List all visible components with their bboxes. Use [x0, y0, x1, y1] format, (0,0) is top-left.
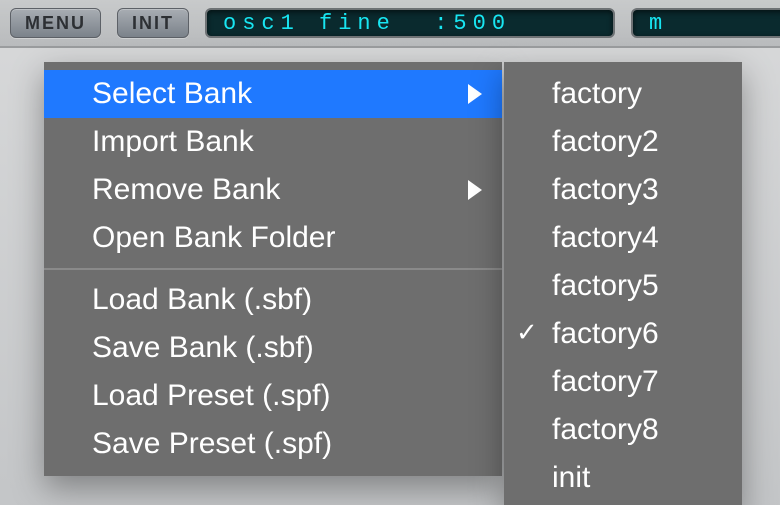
- submenu-item-label: init: [552, 461, 722, 495]
- submenu-item-label: factory: [552, 77, 722, 111]
- parameter-display-right: m: [631, 8, 780, 38]
- parameter-display: osc1 fine :500: [205, 8, 615, 38]
- menu-item[interactable]: Save Bank (.sbf): [44, 324, 502, 372]
- menu-item[interactable]: Import Bank: [44, 118, 502, 166]
- select-bank-submenu: factory factory2 factory3 factory4 factory5 ✓…: [504, 62, 742, 510]
- init-button[interactable]: INIT: [117, 8, 189, 38]
- main-menu: Select Bank Import Bank Remove Bank Open Ba…: [44, 62, 502, 476]
- menu-item-label: Import Bank: [92, 125, 482, 159]
- menu-item-label: Select Bank: [92, 77, 456, 111]
- submenu-item[interactable]: init: [504, 454, 742, 502]
- submenu-item-label: factory2: [552, 125, 722, 159]
- menu-item-label: Save Bank (.sbf): [92, 331, 482, 365]
- menu-item[interactable]: Remove Bank: [44, 166, 502, 214]
- submenu-item-label: factory3: [552, 173, 722, 207]
- submenu-item[interactable]: factory8: [504, 406, 742, 454]
- menu-item-label: Load Bank (.sbf): [92, 283, 482, 317]
- parameter-display-text: osc1 fine :500: [223, 11, 511, 36]
- submenu-item[interactable]: factory3: [504, 166, 742, 214]
- menu-item[interactable]: Open Bank Folder: [44, 214, 502, 262]
- submenu-item[interactable]: factory4: [504, 214, 742, 262]
- menu-item-label: Remove Bank: [92, 173, 456, 207]
- submenu-item-label: factory7: [552, 365, 722, 399]
- menu-button-label: MENU: [25, 13, 86, 34]
- menu-separator: [44, 268, 502, 270]
- submenu-item[interactable]: factory7: [504, 358, 742, 406]
- menu-item[interactable]: Select Bank: [44, 70, 502, 118]
- menu-item-label: Save Preset (.spf): [92, 427, 482, 461]
- menu-item[interactable]: Load Preset (.spf): [44, 372, 502, 420]
- menu-item-label: Load Preset (.spf): [92, 379, 482, 413]
- submenu-item-label: factory5: [552, 269, 722, 303]
- submenu-item[interactable]: ✓ factory6: [504, 310, 742, 358]
- submenu-item-label: factory6: [552, 317, 722, 351]
- submenu-arrow-icon: [468, 84, 482, 104]
- parameter-display-right-text: m: [649, 11, 668, 36]
- submenu-item[interactable]: factory: [504, 70, 742, 118]
- init-button-label: INIT: [132, 13, 174, 34]
- menu-item[interactable]: Load Bank (.sbf): [44, 276, 502, 324]
- check-icon: ✓: [516, 317, 538, 348]
- crop-edge: [0, 505, 780, 519]
- toolbar: MENU INIT osc1 fine :500 m: [0, 0, 780, 48]
- submenu-item[interactable]: factory2: [504, 118, 742, 166]
- submenu-item-label: factory4: [552, 221, 722, 255]
- submenu-item[interactable]: factory5: [504, 262, 742, 310]
- submenu-arrow-icon: [468, 180, 482, 200]
- menu-item[interactable]: Save Preset (.spf): [44, 420, 502, 468]
- menu-button[interactable]: MENU: [10, 8, 101, 38]
- menu-item-label: Open Bank Folder: [92, 221, 482, 255]
- submenu-item-label: factory8: [552, 413, 722, 447]
